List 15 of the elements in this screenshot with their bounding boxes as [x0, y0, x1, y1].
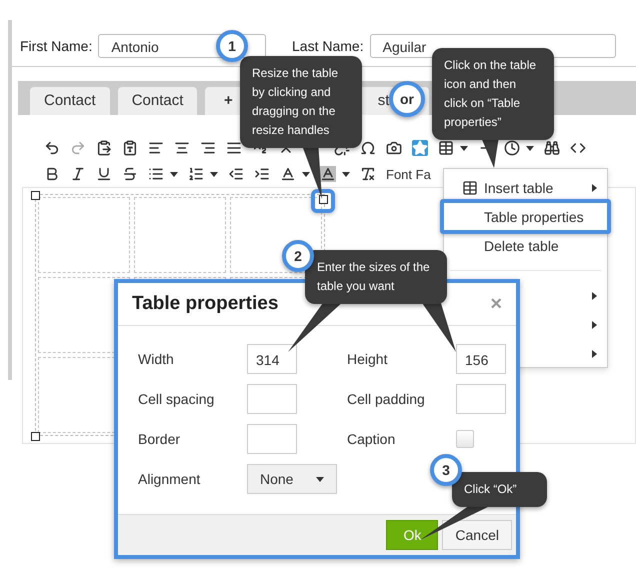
field-label: Width — [138, 351, 175, 367]
callout-tooltip: Click on the table icon and then click on “Table properties” — [432, 48, 554, 140]
step-badge: 2 — [282, 240, 314, 272]
callout-tooltip: Click “Ok” — [452, 472, 547, 507]
step-badge: 1 — [216, 30, 248, 62]
field-label: Border — [138, 431, 182, 447]
field-label: Alignment — [138, 471, 202, 487]
dialog-title: Table properties — [132, 293, 278, 315]
callout-tooltip: Resize the table by clicking and dragging on the resize handles — [240, 56, 362, 148]
field-label: First Name: — [20, 38, 92, 54]
field-label: Cell padding — [347, 391, 426, 407]
field-label: Cell spacing — [138, 391, 216, 407]
field-label: Last Name: — [292, 38, 364, 54]
field-label: Height — [347, 351, 388, 367]
field-label: Caption — [347, 431, 396, 447]
